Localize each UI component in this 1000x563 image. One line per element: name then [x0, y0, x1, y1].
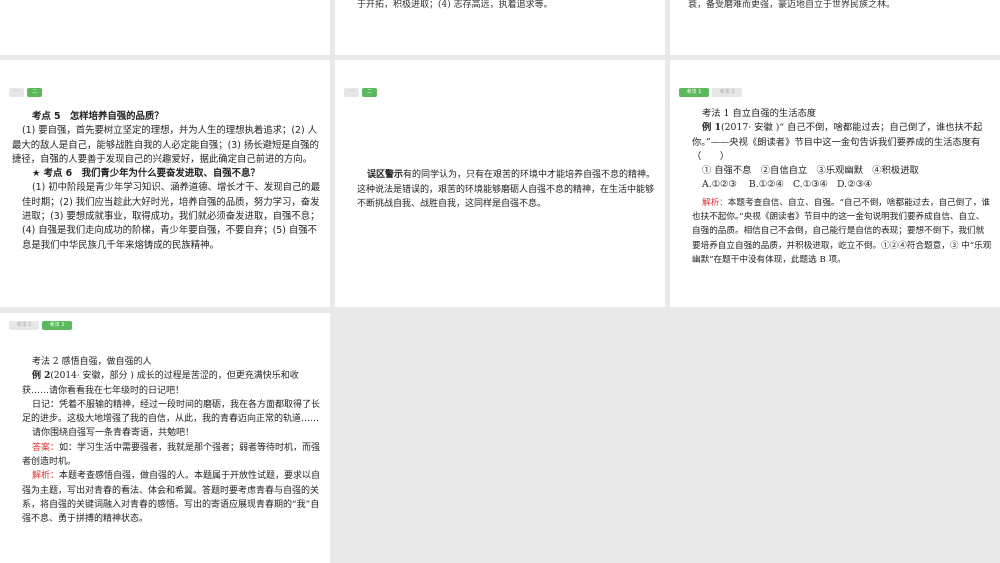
tab-2[interactable]: 二 [27, 88, 42, 97]
heading-kaodian-6: ★ 考点 6 我们青少年为什么要奋发进取、自强不息？ [32, 168, 260, 180]
analysis-text: 本题考查感悟自强，做自强的人。本题属于开放性试题，要求以自强为主题，写出对青春的… [22, 471, 321, 525]
choices-line: A.①②③ B.①②④ C.①③④ D.②③④ [702, 179, 873, 191]
section-title: 考法 1 自立自强的生活态度 [702, 108, 817, 119]
tab-1[interactable]: 一 [9, 88, 24, 97]
question-text: (2017· 安徽 )“ 自己不倒，啥都能过去；自己倒了，谁也扶不起你。”——央… [692, 122, 983, 162]
section-title: 考法 2 感悟自强，做自强的人 [32, 357, 152, 367]
heading-kaodian-5: 考点 5 怎样培养自强的品质？ [32, 111, 164, 122]
slide-text: 衰，备受磨难而更强，豪迈地自立于世界民族之林。 [688, 0, 896, 10]
slide-thumbnail-5[interactable]: 一二 误区警示有的同学认为，只有在艰苦的环境中才能培养自强不息的精神。这种说法是… [335, 60, 665, 307]
tab-1[interactable]: 一 [344, 88, 359, 97]
slide-thumbnail-6[interactable]: 考法 1 考法 2 考法 1 自立自强的生活态度 例 1(2017· 安徽 )“ … [670, 60, 1000, 307]
question-text: (2014· 安徽，部分 ) 成长的过程是苦涩的，但更充满快乐和收获……请你看看… [22, 371, 299, 396]
slide-thumbnail-4[interactable]: 一二 考点 5 怎样培养自强的品质？ (1) 要自强，首先要树立坚定的理想，并为… [0, 60, 330, 307]
slide-thumbnail-3[interactable]: 衰，备受磨难而更强，豪迈地自立于世界民族之林。 [670, 0, 1000, 55]
tab-kaofa-2[interactable]: 考法 2 [712, 88, 742, 97]
tab-kaofa-1[interactable]: 考法 1 [679, 88, 709, 97]
options-line: ① 自强不息 ②自信自立 ③乐观幽默 ④积极进取 [702, 165, 919, 177]
tab-kaofa-2[interactable]: 考法 2 [42, 321, 72, 330]
tab-2[interactable]: 二 [362, 88, 377, 97]
slide-thumbnail-2[interactable]: 于开拓，积极进取；(4) 志存高远，执着追求等。 [335, 0, 665, 55]
paragraph: (1) 要自强，首先要树立坚定的理想，并为人生的理想执着追求；(2) 人最大的敌… [12, 125, 319, 165]
diary-text: 日记：凭着不服输的精神，经过一段时间的磨砺，我在各方面都取得了长足的进步。这极大… [22, 399, 321, 425]
prompt-text: 请你围绕自强写一条青春寄语，共勉吧！ [32, 428, 195, 439]
answer-text: 如：学习生活中需要强者，我就是那个强者；弱者等待时机，而强者创造时机。 [22, 442, 321, 468]
tab-kaofa-1[interactable]: 考法 1 [9, 321, 39, 330]
slide-thumbnail-1[interactable] [0, 0, 330, 55]
example-label: 例 1 [702, 122, 722, 134]
analysis-label: 解析： [32, 471, 60, 482]
paragraph: (1) 初中阶段是青少年学习知识、涵养道德、增长才干、发现自己的最佳时期；(2)… [22, 182, 321, 251]
answer-label: 答案： [32, 442, 60, 453]
analysis-label: 解析： [702, 197, 728, 208]
warning-label: 误区警示 [367, 170, 404, 180]
slide-text: 于开拓，积极进取；(4) 志存高远，执着追求等。 [357, 0, 553, 10]
slide-thumbnail-7[interactable]: 考法 1 考法 2 考法 2 感悟自强，做自强的人 例 2(2014· 安徽，部分… [0, 313, 330, 563]
analysis-text: 本题考查自信、自立、自强。“自己不倒，啥都能过去，自己倒了，谁也扶不起你。”央视… [692, 197, 992, 265]
example-label: 例 2 [32, 371, 51, 382]
